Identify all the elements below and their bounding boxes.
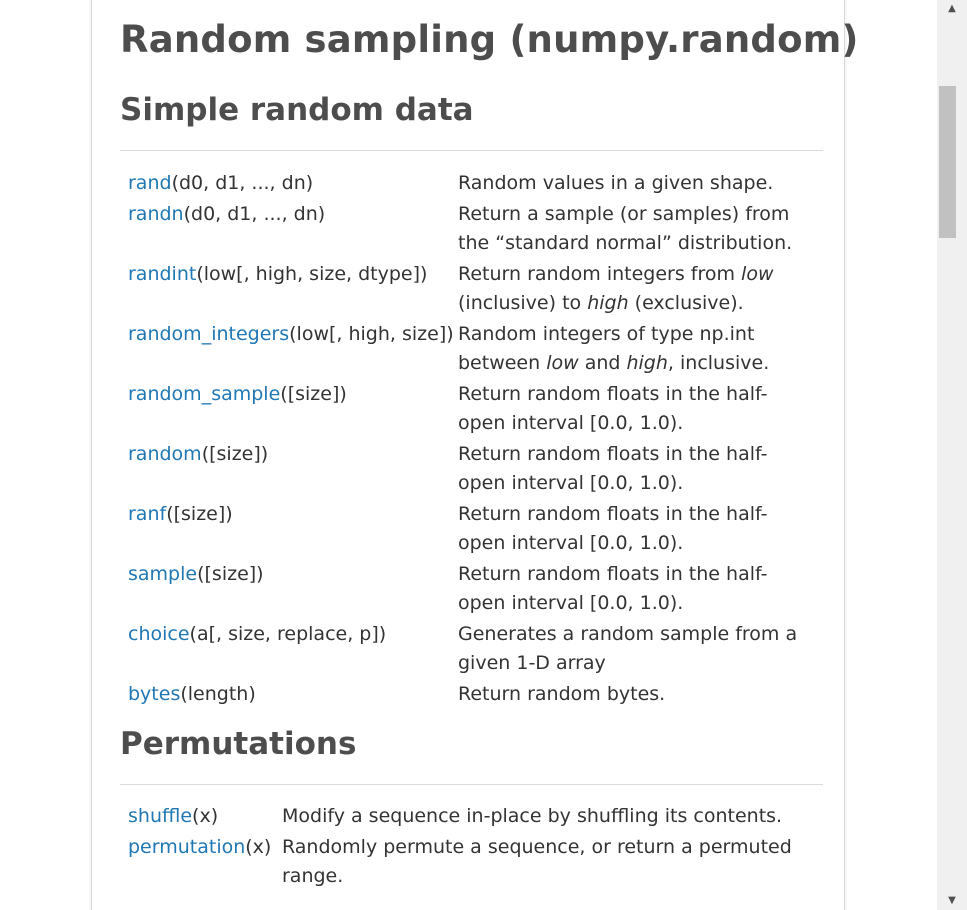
link-ranf[interactable]: ranf (128, 503, 166, 525)
link-shuffle[interactable]: shuffle (128, 805, 192, 827)
function-description: Return a sample (or samples) from the “st… (458, 203, 793, 254)
table-row: sample([size]) Return random floats in t… (120, 560, 818, 620)
function-description: Return random floats in the half-open in… (458, 443, 768, 494)
table-row: ranf([size]) Return random floats in the… (120, 500, 818, 560)
function-description: Return random floats in the half-open in… (458, 383, 768, 434)
link-bytes[interactable]: bytes (128, 683, 180, 705)
section-divider (120, 150, 823, 151)
function-description: Generates a random sample from a given 1-… (458, 623, 798, 674)
function-description: Return random floats in the half-open in… (458, 563, 768, 614)
function-signature: ([size]) (201, 443, 269, 465)
link-sample[interactable]: sample (128, 563, 197, 585)
table-row: shuffle(x) Modify a sequence in-place by… (120, 802, 818, 833)
function-signature: (x) (192, 805, 219, 827)
link-randint[interactable]: randint (128, 263, 196, 285)
function-description: Randomly permute a sequence, or return a… (282, 836, 792, 887)
function-signature: (d0, d1, ..., dn) (171, 172, 314, 194)
function-description: Random integers of type np.int between lo… (458, 323, 770, 374)
table-row: randn(d0, d1, ..., dn) Return a sample (… (120, 200, 818, 260)
permutations-table: shuffle(x) Modify a sequence in-place by… (120, 802, 818, 893)
vertical-scrollbar[interactable]: ▲ ▼ (937, 0, 967, 910)
function-signature: (a[, size, replace, p]) (189, 623, 387, 645)
table-row: permutation(x) Randomly permute a sequen… (120, 833, 818, 893)
scrollbar-thumb[interactable] (939, 86, 956, 238)
function-description: Return random floats in the half-open in… (458, 503, 768, 554)
simple-random-data-table: rand(d0, d1, ..., dn) Random values in a… (120, 169, 818, 711)
triangle-up-icon[interactable]: ▲ (937, 0, 967, 18)
function-signature: (x) (245, 836, 272, 858)
function-description: Return random integers from low (inclusiv… (458, 263, 774, 314)
link-choice[interactable]: choice (128, 623, 190, 645)
table-row: random_sample([size]) Return random floa… (120, 380, 818, 440)
function-signature: (low[, high, size, dtype]) (196, 263, 428, 285)
link-random-sample[interactable]: random_sample (128, 383, 280, 405)
document-page: Random sampling (numpy.random) Simple ra… (91, 0, 858, 910)
table-row: random_integers(low[, high, size]) Rando… (120, 320, 818, 380)
table-row: choice(a[, size, replace, p]) Generates … (120, 620, 818, 680)
function-signature: ([size]) (280, 383, 347, 405)
function-signature: (low[, high, size]) (289, 323, 454, 345)
triangle-down-icon[interactable]: ▼ (937, 892, 967, 910)
function-description: Random values in a given shape. (458, 172, 774, 194)
table-row: random([size]) Return random floats in t… (120, 440, 818, 500)
function-signature: (d0, d1, ..., dn) (183, 203, 326, 225)
function-signature: ([size]) (197, 563, 264, 585)
table-row: rand(d0, d1, ..., dn) Random values in a… (120, 169, 818, 200)
function-signature: ([size]) (166, 503, 233, 525)
table-row: randint(low[, high, size, dtype]) Return… (120, 260, 818, 320)
function-description: Return random bytes. (458, 683, 666, 705)
browser-viewport: Random sampling (numpy.random) Simple ra… (0, 0, 937, 910)
link-random[interactable]: random (128, 443, 202, 465)
section-divider (120, 784, 823, 785)
link-permutation[interactable]: permutation (128, 836, 245, 858)
table-row: bytes(length) Return random bytes. (120, 680, 818, 711)
link-randn[interactable]: randn (128, 203, 184, 225)
function-signature: (length) (180, 683, 256, 705)
function-description: Modify a sequence in-place by shuffling … (282, 805, 783, 827)
link-rand[interactable]: rand (128, 172, 172, 194)
section-title-permutations: Permutations (120, 726, 357, 762)
page-title: Random sampling (numpy.random) (120, 18, 859, 61)
section-title-simple-random-data: Simple random data (120, 92, 474, 128)
link-random-integers[interactable]: random_integers (128, 323, 289, 345)
